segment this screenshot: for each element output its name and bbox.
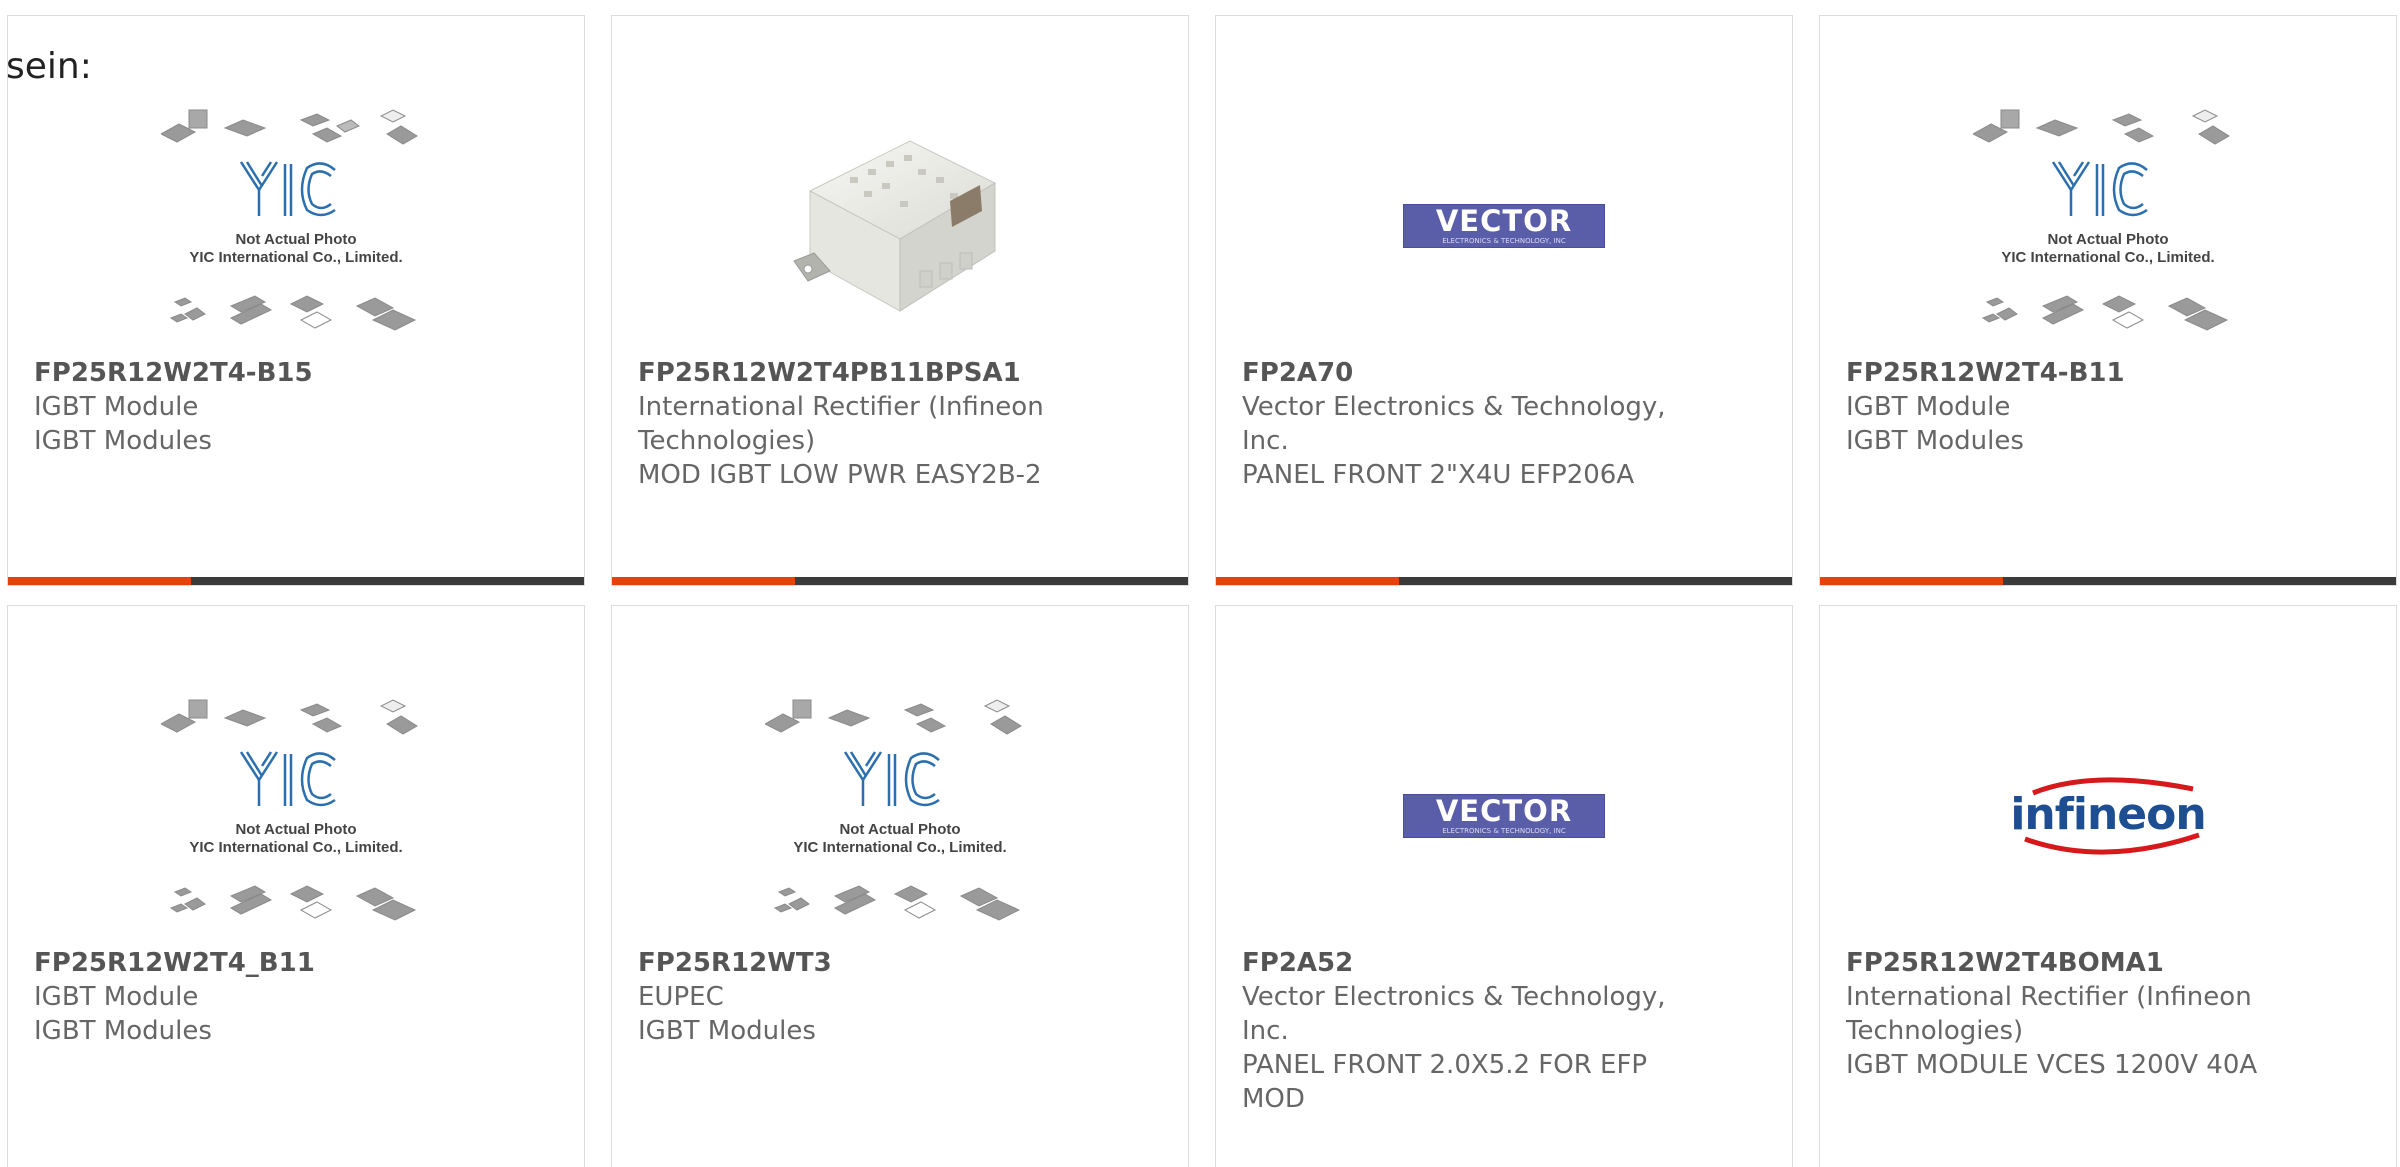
vector-logo-sub: ELECTRONICS & TECHNOLOGY, INC	[1442, 827, 1566, 835]
product-line: MOD	[1242, 1084, 1305, 1114]
product-image-placeholder[interactable]: Not Actual Photo YIC International Co., …	[1820, 86, 2396, 366]
infineon-logo-text: infineon	[2010, 789, 2206, 840]
card-bottom-bar	[8, 577, 584, 585]
card-accent-bar	[612, 577, 795, 585]
placeholder-line1: Not Actual Photo	[839, 821, 960, 838]
product-info: FP25R12W2T4-B15 IGBT Module IGBT Modules	[34, 356, 534, 458]
card-accent-bar	[1820, 577, 2003, 585]
product-info: FP25R12W2T4_B11 IGBT Module IGBT Modules	[34, 946, 534, 1048]
card-accent-bar	[1216, 577, 1399, 585]
part-number[interactable]: FP25R12W2T4BOMA1	[1846, 946, 2346, 980]
product-line: Vector Electronics & Technology,	[1242, 982, 1666, 1012]
product-info: FP25R12W2T4-B11 IGBT Module IGBT Modules	[1846, 356, 2346, 458]
product-info: FP25R12W2T4PB11BPSA1 International Recti…	[638, 356, 1138, 492]
product-image-placeholder[interactable]: Not Actual Photo YIC International Co., …	[612, 676, 1188, 956]
part-number[interactable]: FP25R12W2T4-B11	[1846, 356, 2346, 390]
vector-logo: VECTOR ELECTRONICS & TECHNOLOGY, INC	[1403, 204, 1605, 248]
vector-logo-main: VECTOR	[1435, 204, 1573, 238]
product-line: IGBT Module	[34, 982, 199, 1012]
product-info: FP2A70 Vector Electronics & Technology, …	[1242, 356, 1742, 492]
product-card[interactable]: Not Actual Photo YIC International Co., …	[1819, 15, 2397, 586]
part-number[interactable]: FP25R12WT3	[638, 946, 1138, 980]
product-line: Inc.	[1242, 1016, 1289, 1046]
yic-placeholder-graphic: Not Actual Photo YIC International Co., …	[1973, 109, 2230, 331]
product-card[interactable]: VECTOR ELECTRONICS & TECHNOLOGY, INC FP2…	[1215, 15, 1793, 586]
card-bottom-bar	[612, 577, 1188, 585]
card-bottom-bar	[1216, 577, 1792, 585]
product-line: International Rectifier (Infineon	[1846, 982, 2252, 1012]
card-accent-bar	[8, 577, 191, 585]
placeholder-line2: YIC International Co., Limited.	[793, 839, 1006, 856]
part-number[interactable]: FP25R12W2T4_B11	[34, 946, 534, 980]
placeholder-line1: Not Actual Photo	[2047, 231, 2168, 248]
product-line: IGBT Modules	[1846, 426, 2024, 456]
product-line: IGBT Modules	[34, 1016, 212, 1046]
product-card[interactable]: infineon FP25R12W2T4BOMA1 International …	[1819, 605, 2397, 1167]
yic-placeholder-graphic: Not Actual Photo YIC International Co., …	[161, 699, 418, 921]
part-number[interactable]: FP25R12W2T4PB11BPSA1	[638, 356, 1138, 390]
vector-logo-main: VECTOR	[1435, 794, 1573, 828]
part-number[interactable]: FP2A70	[1242, 356, 1742, 390]
product-line: Technologies)	[1846, 1016, 2024, 1046]
product-image-module-photo[interactable]	[612, 86, 1188, 366]
vector-logo-sub: ELECTRONICS & TECHNOLOGY, INC	[1442, 237, 1566, 245]
product-line: PANEL FRONT 2.0X5.2 FOR EFP	[1242, 1050, 1648, 1080]
product-line: Technologies)	[638, 426, 816, 456]
product-line: Vector Electronics & Technology,	[1242, 392, 1666, 422]
yic-placeholder-graphic: Not Actual Photo YIC International Co., …	[765, 699, 1022, 921]
product-image-vector-logo[interactable]: VECTOR ELECTRONICS & TECHNOLOGY, INC	[1216, 676, 1792, 956]
product-image-infineon-logo[interactable]: infineon	[1820, 676, 2396, 956]
product-image-placeholder[interactable]: Not Actual Photo YIC International Co., …	[8, 676, 584, 956]
card-bottom-bar	[1820, 577, 2396, 585]
product-card[interactable]: FP25R12W2T4PB11BPSA1 International Recti…	[611, 15, 1189, 586]
intro-text: sein:	[6, 46, 92, 87]
product-line: International Rectifier (Infineon	[638, 392, 1044, 422]
placeholder-line2: YIC International Co., Limited.	[189, 249, 402, 266]
product-line: IGBT MODULE VCES 1200V 40A	[1846, 1050, 2258, 1080]
product-line: PANEL FRONT 2"X4U EFP206A	[1242, 460, 1635, 490]
product-image-placeholder[interactable]: Not Actual Photo YIC International Co., …	[8, 86, 584, 366]
placeholder-line1: Not Actual Photo	[235, 821, 356, 838]
product-info: FP2A52 Vector Electronics & Technology, …	[1242, 946, 1742, 1116]
product-line: EUPEC	[638, 982, 724, 1012]
product-card[interactable]: VECTOR ELECTRONICS & TECHNOLOGY, INC FP2…	[1215, 605, 1793, 1167]
placeholder-line1: Not Actual Photo	[235, 231, 356, 248]
product-grid-page: sein: Not Actual Photo YIC International…	[0, 0, 2400, 1167]
product-image-vector-logo[interactable]: VECTOR ELECTRONICS & TECHNOLOGY, INC	[1216, 86, 1792, 366]
product-line: IGBT Modules	[34, 426, 212, 456]
part-number[interactable]: FP2A52	[1242, 946, 1742, 980]
product-card[interactable]: Not Actual Photo YIC International Co., …	[7, 605, 585, 1167]
part-number[interactable]: FP25R12W2T4-B15	[34, 356, 534, 390]
yic-placeholder-graphic: Not Actual Photo YIC International Co., …	[161, 109, 418, 331]
product-line: IGBT Module	[1846, 392, 2011, 422]
product-line: Inc.	[1242, 426, 1289, 456]
product-card[interactable]: Not Actual Photo YIC International Co., …	[7, 15, 585, 586]
product-info: FP25R12WT3 EUPEC IGBT Modules	[638, 946, 1138, 1048]
product-card[interactable]: Not Actual Photo YIC International Co., …	[611, 605, 1189, 1167]
vector-logo: VECTOR ELECTRONICS & TECHNOLOGY, INC	[1403, 794, 1605, 838]
product-line: IGBT Module	[34, 392, 199, 422]
infineon-logo: infineon	[2003, 771, 2213, 861]
product-line: IGBT Modules	[638, 1016, 816, 1046]
placeholder-line2: YIC International Co., Limited.	[2001, 249, 2214, 266]
igbt-module-photo	[793, 140, 997, 312]
product-line: MOD IGBT LOW PWR EASY2B-2	[638, 460, 1042, 490]
product-info: FP25R12W2T4BOMA1 International Rectifier…	[1846, 946, 2346, 1082]
placeholder-line2: YIC International Co., Limited.	[189, 839, 402, 856]
